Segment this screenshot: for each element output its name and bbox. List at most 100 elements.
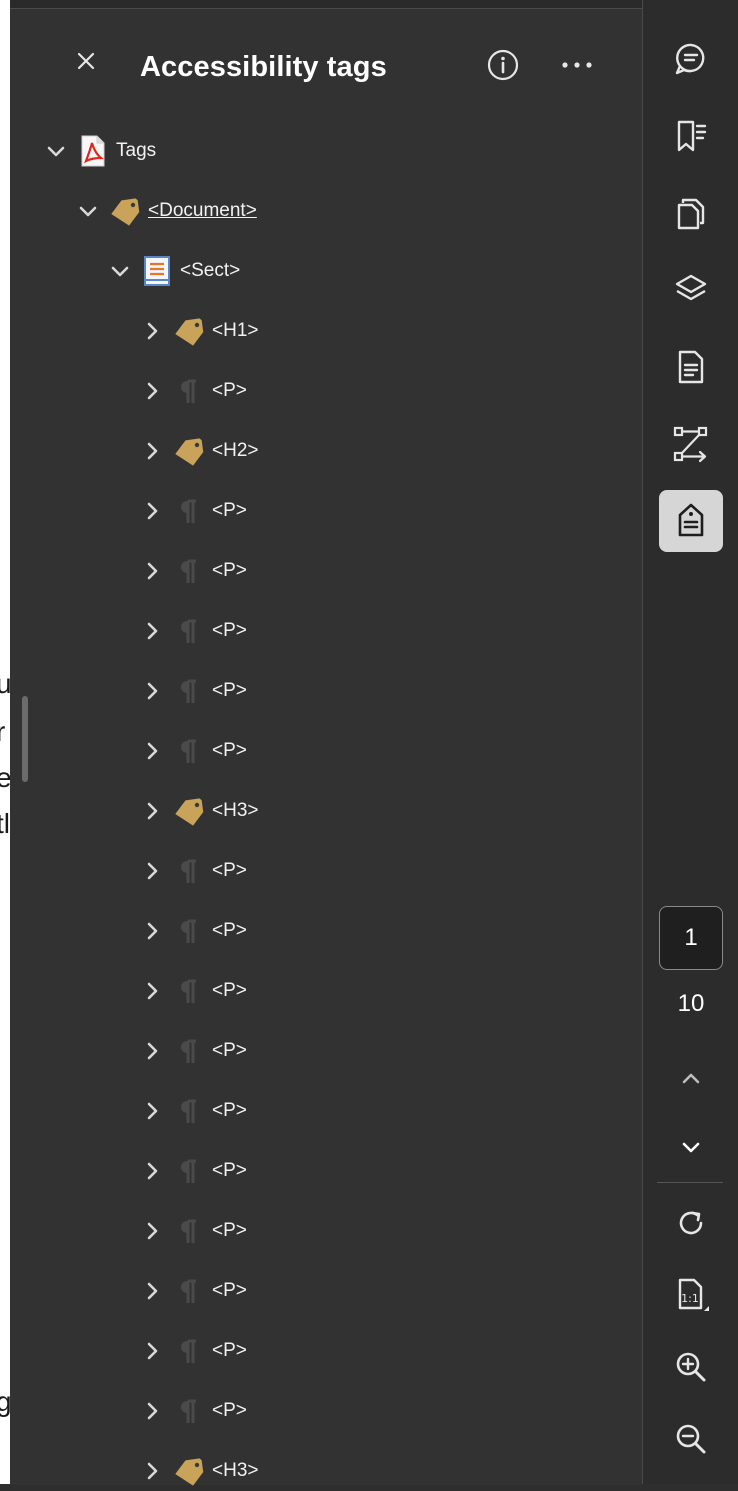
chevron-right-icon[interactable] [138, 1097, 166, 1125]
chevron-right-icon[interactable] [138, 857, 166, 885]
section-icon [140, 254, 174, 288]
chevron-right-icon[interactable] [138, 1397, 166, 1425]
tree-node[interactable]: <P> [138, 551, 247, 591]
current-page-input[interactable]: 1 [659, 906, 723, 970]
chevron-right-icon[interactable] [138, 1277, 166, 1305]
tree-node[interactable]: <P> [138, 491, 247, 531]
pdf-file-icon [76, 134, 110, 168]
document-text-fragment: g [0, 1386, 10, 1417]
chevron-right-icon[interactable] [138, 317, 166, 345]
document-text-fragment: tl [0, 808, 10, 839]
tree-node-label: <H2> [212, 440, 259, 461]
chevron-right-icon[interactable] [138, 1217, 166, 1245]
chevron-down-icon[interactable] [74, 197, 102, 225]
comment-tool-button[interactable] [659, 28, 723, 90]
zoom-in-button[interactable] [659, 1336, 723, 1398]
tree-node[interactable]: <Document> [74, 191, 257, 231]
tag-icon [172, 314, 206, 348]
tree-node-label: <H1> [212, 320, 259, 341]
chevron-right-icon[interactable] [138, 797, 166, 825]
paragraph-icon [172, 1214, 206, 1248]
tree-node[interactable]: <P> [138, 671, 247, 711]
chevron-right-icon[interactable] [138, 737, 166, 765]
more-icon [562, 62, 592, 68]
chevron-right-icon[interactable] [138, 377, 166, 405]
chevron-right-icon[interactable] [138, 557, 166, 585]
next-page-button[interactable] [659, 1116, 723, 1178]
tree-node[interactable]: <P> [138, 731, 247, 771]
actual-size-button[interactable]: 1:1 [659, 1264, 723, 1326]
chevron-right-icon[interactable] [138, 1037, 166, 1065]
chevron-right-icon[interactable] [138, 1457, 166, 1485]
document-icon [672, 348, 710, 386]
tree-node-label: <P> [212, 1160, 247, 1181]
close-button[interactable] [70, 45, 102, 77]
document-page-edge: u r e tl g [0, 0, 10, 1484]
info-button[interactable] [485, 47, 521, 83]
chevron-right-icon[interactable] [138, 497, 166, 525]
chevron-right-icon[interactable] [138, 917, 166, 945]
total-pages: 10 [677, 990, 705, 1017]
more-options-button[interactable] [555, 47, 599, 83]
paragraph-icon [172, 674, 206, 708]
tree-node[interactable]: <P> [138, 911, 247, 951]
tree-node-label: <P> [212, 1280, 247, 1301]
order-tool-button[interactable] [659, 413, 723, 475]
tree-node[interactable]: <H3> [138, 1451, 258, 1491]
accessibility-tag-tool-button[interactable] [659, 490, 723, 552]
pages-tool-button[interactable] [659, 182, 723, 244]
layers-icon [672, 271, 710, 309]
chevron-right-icon[interactable] [138, 1157, 166, 1185]
tree-node[interactable]: <P> [138, 1091, 247, 1131]
layers-tool-button[interactable] [659, 259, 723, 321]
actual-size-icon: 1:1 [678, 1278, 709, 1311]
chevron-right-icon[interactable] [138, 617, 166, 645]
tree-node-label: <P> [212, 980, 247, 1001]
panel-title: Accessibility tags [140, 51, 387, 83]
tools-rail: 1 10 1:1 [642, 0, 738, 1484]
chevron-right-icon[interactable] [138, 677, 166, 705]
document-tool-button[interactable] [659, 336, 723, 398]
document-text-fragment: e [0, 762, 10, 793]
tree-node[interactable]: <Sect> [106, 251, 240, 291]
tree-node[interactable]: Tags [42, 131, 156, 171]
paragraph-icon [172, 854, 206, 888]
paragraph-icon [172, 614, 206, 648]
tree-node-label: <P> [212, 1220, 247, 1241]
tree-node[interactable]: <H2> [138, 431, 258, 471]
tree-node[interactable]: <P> [138, 1031, 247, 1071]
order-icon [671, 424, 711, 464]
chevron-down-icon[interactable] [106, 257, 134, 285]
tree-node[interactable]: <P> [138, 1331, 247, 1371]
tag-icon [108, 194, 142, 228]
tree-node[interactable]: <P> [138, 1271, 247, 1311]
tree-node[interactable]: <P> [138, 971, 247, 1011]
panel-header: Accessibility tags [10, 9, 642, 119]
chevron-down-icon[interactable] [42, 137, 70, 165]
zoom-out-button[interactable] [659, 1408, 723, 1470]
bookmark-tool-button[interactable] [659, 105, 723, 167]
tree-node[interactable]: <P> [138, 611, 247, 651]
paragraph-icon [172, 1274, 206, 1308]
rotate-button[interactable] [659, 1192, 723, 1254]
chevron-right-icon[interactable] [138, 977, 166, 1005]
tree-node[interactable]: <P> [138, 371, 247, 411]
tree-node[interactable]: <H3> [138, 791, 258, 831]
chevron-right-icon[interactable] [138, 437, 166, 465]
chevron-up-icon [682, 1073, 700, 1084]
chevron-right-icon[interactable] [138, 1337, 166, 1365]
chevron-down-icon [682, 1142, 700, 1153]
tree-node[interactable]: <P> [138, 851, 247, 891]
paragraph-icon [172, 1034, 206, 1068]
scrollbar-thumb[interactable] [22, 696, 28, 782]
accessibility-tags-panel: Accessibility tags Tags <Document> <Sect> <… [10, 8, 642, 1486]
tree-node[interactable]: <P> [138, 1211, 247, 1251]
tree-node[interactable]: <H1> [138, 311, 258, 351]
close-icon [77, 52, 95, 70]
previous-page-button[interactable] [659, 1048, 723, 1110]
rail-divider [657, 1182, 723, 1183]
tree-node[interactable]: <P> [138, 1391, 247, 1431]
tree-node[interactable]: <P> [138, 1151, 247, 1191]
tree-node-label: <P> [212, 1340, 247, 1361]
window-top-edge [10, 0, 738, 8]
